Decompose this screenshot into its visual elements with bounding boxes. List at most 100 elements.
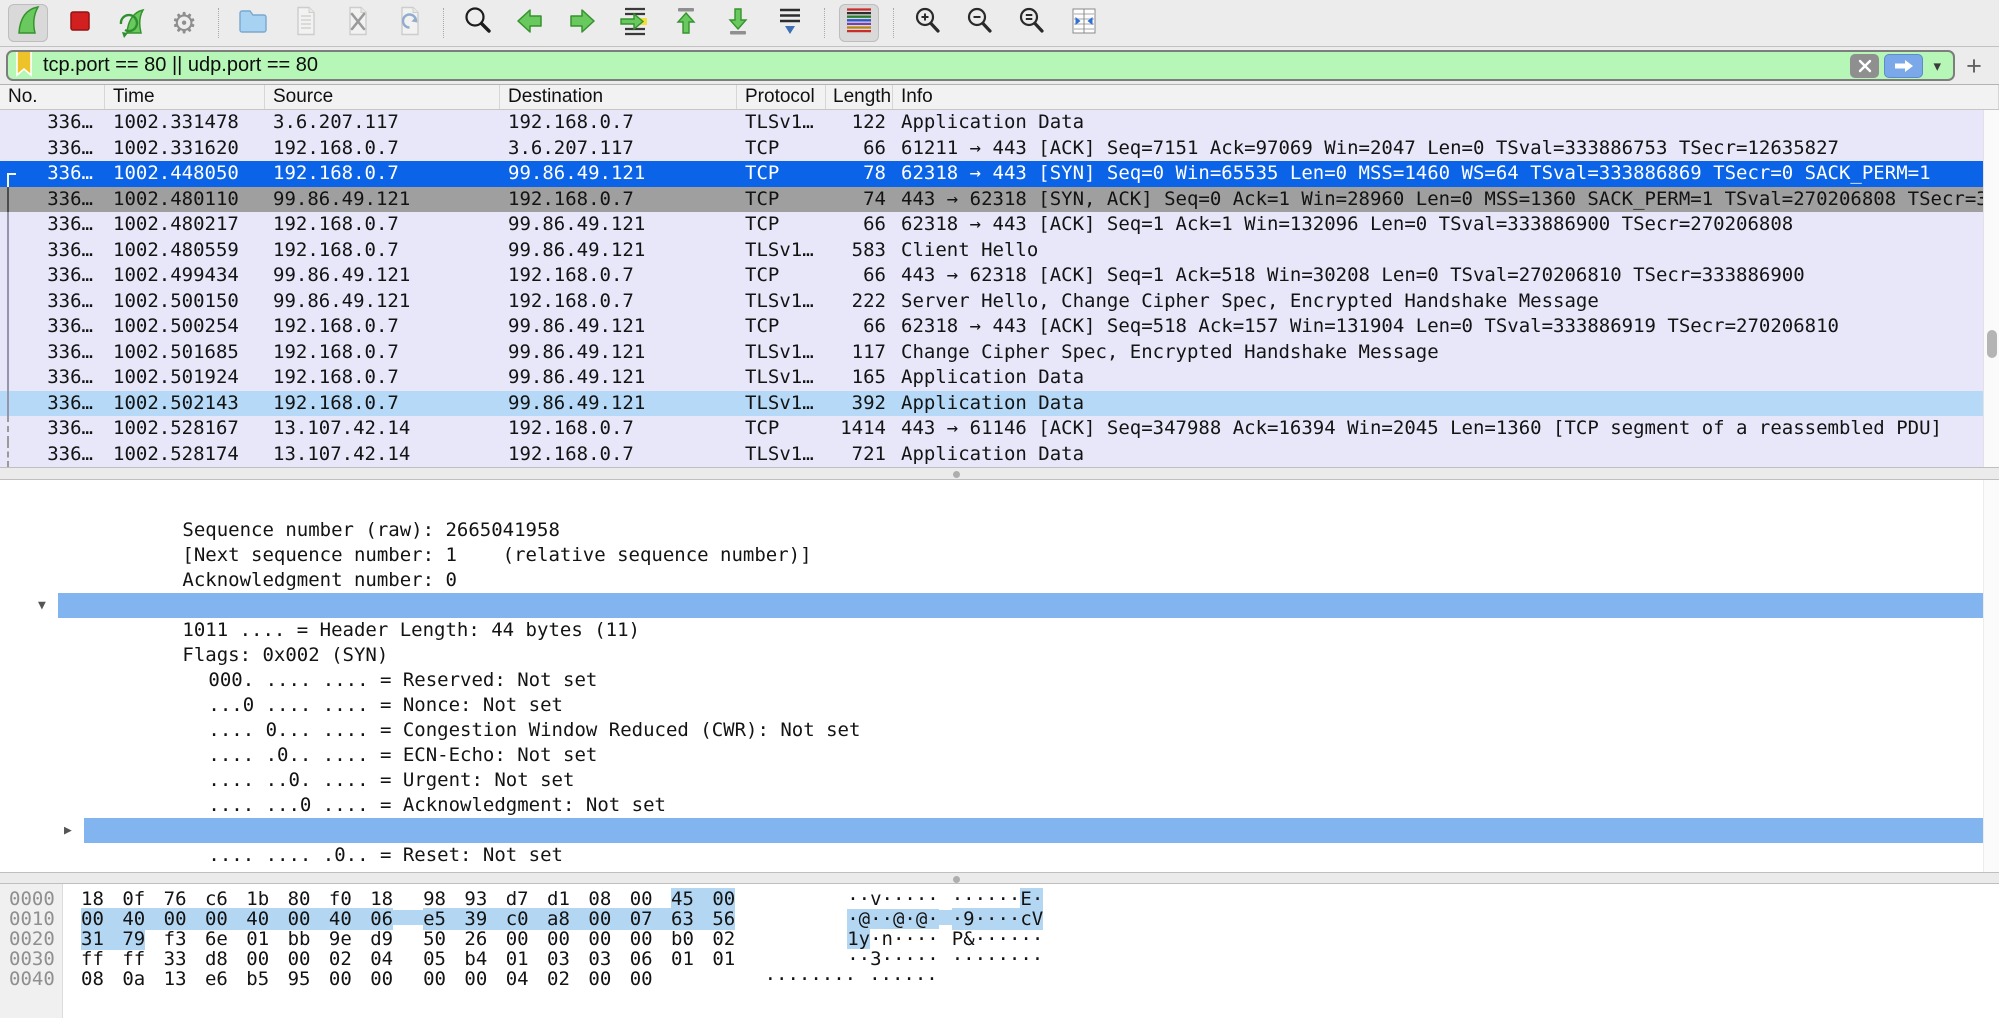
start-capture-button[interactable]: [8, 4, 48, 42]
hex-ascii: ··v·····: [847, 889, 939, 909]
detail-line[interactable]: .... .... .0.. = Reset: Not set: [84, 793, 1983, 818]
colorize-packets-button[interactable]: [839, 4, 879, 42]
packet-destination: 99.86.49.121: [500, 365, 737, 391]
detail-line[interactable]: .... ...0 .... = Acknowledgment: Not set: [84, 743, 1983, 768]
resize-columns-button[interactable]: [1064, 4, 1104, 42]
packet-source: 192.168.0.7: [265, 238, 500, 264]
capture-options-button[interactable]: ⚙: [164, 4, 204, 42]
arrow-right-icon: [565, 4, 599, 43]
auto-scroll-button[interactable]: [770, 4, 810, 42]
detail-line[interactable]: .... .... ...0 = Fin: Not set: [84, 843, 1983, 868]
detail-line[interactable]: Acknowledgment number: 0: [58, 518, 1983, 543]
packet-list-pane: No. Time Source Destination Protocol Len…: [0, 85, 1999, 467]
packet-info: 443 → 62318 [SYN, ACK] Seq=0 Ack=1 Win=2…: [893, 187, 1983, 213]
stop-capture-button[interactable]: [60, 4, 100, 42]
col-header-protocol[interactable]: Protocol: [737, 85, 826, 109]
packet-info: Change Cipher Spec, Encrypted Handshake …: [893, 340, 1983, 366]
save-file-button[interactable]: [285, 4, 325, 42]
packet-row[interactable]: 336… 1002.502143 192.168.0.7 99.86.49.12…: [0, 391, 1983, 417]
hex-row[interactable]: 002031 79 f3 6e 01 bb 9e d950 26 00 00 0…: [0, 929, 1999, 949]
col-header-source[interactable]: Source: [265, 85, 500, 109]
expander-triangle-icon[interactable]: ▼: [38, 593, 56, 618]
detail-line[interactable]: 000. .... .... = Reserved: Not set: [84, 618, 1983, 643]
expander-triangle-icon[interactable]: ▶: [64, 818, 82, 843]
magnifier-plus-icon: [911, 4, 945, 43]
packet-time: 1002.500150: [105, 289, 265, 315]
hex-row[interactable]: 004008 0a 13 e6 b5 95 00 0000 00 04 02 0…: [0, 969, 1999, 989]
detail-line[interactable]: ...0 .... .... = Nonce: Not set: [84, 643, 1983, 668]
shark-fin-icon: [11, 4, 45, 43]
close-file-button[interactable]: [337, 4, 377, 42]
packet-no: 336…: [0, 365, 105, 391]
detail-line[interactable]: Sequence number (raw): 2665041958: [58, 480, 1983, 493]
find-packet-button[interactable]: [458, 4, 498, 42]
document-close-icon: [340, 4, 374, 43]
packet-row[interactable]: 336… 1002.499434 99.86.49.121 192.168.0.…: [0, 263, 1983, 289]
packet-length: 165: [826, 365, 893, 391]
go-to-packet-button[interactable]: [614, 4, 654, 42]
go-back-button[interactable]: [510, 4, 550, 42]
arrow-left-icon: [513, 4, 547, 43]
go-last-packet-button[interactable]: [718, 4, 758, 42]
detail-line[interactable]: ▼ Flags: 0x002 (SYN): [58, 593, 1983, 618]
zoom-original-button[interactable]: [1012, 4, 1052, 42]
packet-info: Application Data: [893, 110, 1983, 136]
display-filter-input[interactable]: tcp.port == 80 || udp.port == 80 ▾: [6, 50, 1955, 81]
packet-row[interactable]: 336… 1002.331620 192.168.0.7 3.6.207.117…: [0, 136, 1983, 162]
detail-line[interactable]: ▶ .... .... ..1. = Syn: Set: [84, 818, 1983, 843]
hex-row[interactable]: 001000 40 00 00 40 00 40 06e5 39 c0 a8 0…: [0, 909, 1999, 929]
col-header-info[interactable]: Info: [893, 85, 1999, 109]
filter-expression-text[interactable]: tcp.port == 80 || udp.port == 80: [34, 54, 1850, 77]
filter-bookmark-icon[interactable]: [14, 50, 34, 81]
hex-offset: 0010: [0, 909, 81, 929]
open-file-button[interactable]: [233, 4, 273, 42]
zoom-in-button[interactable]: [908, 4, 948, 42]
packet-row[interactable]: 336… 1002.501685 192.168.0.7 99.86.49.12…: [0, 340, 1983, 366]
detail-line[interactable]: .... 0... .... = Congestion Window Reduc…: [84, 668, 1983, 693]
col-header-destination[interactable]: Destination: [500, 85, 737, 109]
detail-line[interactable]: Acknowledgment number (raw): 0: [58, 543, 1983, 568]
detail-line[interactable]: .... ..0. .... = Urgent: Not set: [84, 718, 1983, 743]
packet-row[interactable]: 336… 1002.500254 192.168.0.7 99.86.49.12…: [0, 314, 1983, 340]
packet-source: 99.86.49.121: [265, 187, 500, 213]
packet-list-scrollbar[interactable]: [1983, 110, 1999, 467]
scrollbar-thumb[interactable]: [1987, 330, 1997, 358]
packet-protocol: TLSv1…: [737, 340, 826, 366]
col-header-length[interactable]: Length: [826, 85, 893, 109]
packet-row[interactable]: 336… 1002.528174 13.107.42.14 192.168.0.…: [0, 442, 1983, 468]
packet-row[interactable]: 336… 1002.480110 99.86.49.121 192.168.0.…: [0, 187, 1983, 213]
packet-time: 1002.331620: [105, 136, 265, 162]
filter-clear-button[interactable]: [1850, 54, 1879, 78]
detail-line[interactable]: .... .0.. .... = ECN-Echo: Not set: [84, 693, 1983, 718]
hex-bytes: 50 26 00 00 00 00 b0 02: [423, 928, 735, 950]
packet-row[interactable]: 336… 1002.448050 192.168.0.7 99.86.49.12…: [0, 161, 1983, 187]
packet-row[interactable]: 336… 1002.500150 99.86.49.121 192.168.0.…: [0, 289, 1983, 315]
go-forward-button[interactable]: [562, 4, 602, 42]
packet-row[interactable]: 336… 1002.331478 3.6.207.117 192.168.0.7…: [0, 110, 1983, 136]
packet-row[interactable]: 336… 1002.480217 192.168.0.7 99.86.49.12…: [0, 212, 1983, 238]
hex-row[interactable]: 000018 0f 76 c6 1b 80 f0 1898 93 d7 d1 0…: [0, 889, 1999, 909]
reload-file-button[interactable]: [389, 4, 429, 42]
pane-splitter-bottom[interactable]: [0, 872, 1999, 884]
filter-add-button[interactable]: +: [1955, 49, 1993, 83]
filter-dropdown-caret[interactable]: ▾: [1923, 57, 1948, 75]
restart-capture-button[interactable]: [112, 4, 152, 42]
details-scrollbar[interactable]: [1983, 480, 1999, 872]
detail-line[interactable]: .... .... 0... = Push: Not set: [84, 768, 1983, 793]
packet-time: 1002.502143: [105, 391, 265, 417]
col-header-no[interactable]: No.: [0, 85, 105, 109]
packet-time: 1002.331478: [105, 110, 265, 136]
zoom-out-button[interactable]: [960, 4, 1000, 42]
packet-time: 1002.528167: [105, 416, 265, 442]
hex-row[interactable]: 0030ff ff 33 d8 00 00 02 0405 b4 01 03 0…: [0, 949, 1999, 969]
pane-splitter-top[interactable]: [0, 467, 1999, 480]
packet-row[interactable]: 336… 1002.528167 13.107.42.14 192.168.0.…: [0, 416, 1983, 442]
packet-row[interactable]: 336… 1002.480559 192.168.0.7 99.86.49.12…: [0, 238, 1983, 264]
go-first-packet-button[interactable]: [666, 4, 706, 42]
col-header-time[interactable]: Time: [105, 85, 265, 109]
packet-row[interactable]: 336… 1002.501924 192.168.0.7 99.86.49.12…: [0, 365, 1983, 391]
filter-apply-button[interactable]: [1884, 54, 1923, 78]
detail-line[interactable]: 1011 .... = Header Length: 44 bytes (11): [58, 568, 1983, 593]
detail-line[interactable]: [Next sequence number: 1 (relative seque…: [58, 493, 1983, 518]
arrow-up-bar-icon: [669, 4, 703, 43]
